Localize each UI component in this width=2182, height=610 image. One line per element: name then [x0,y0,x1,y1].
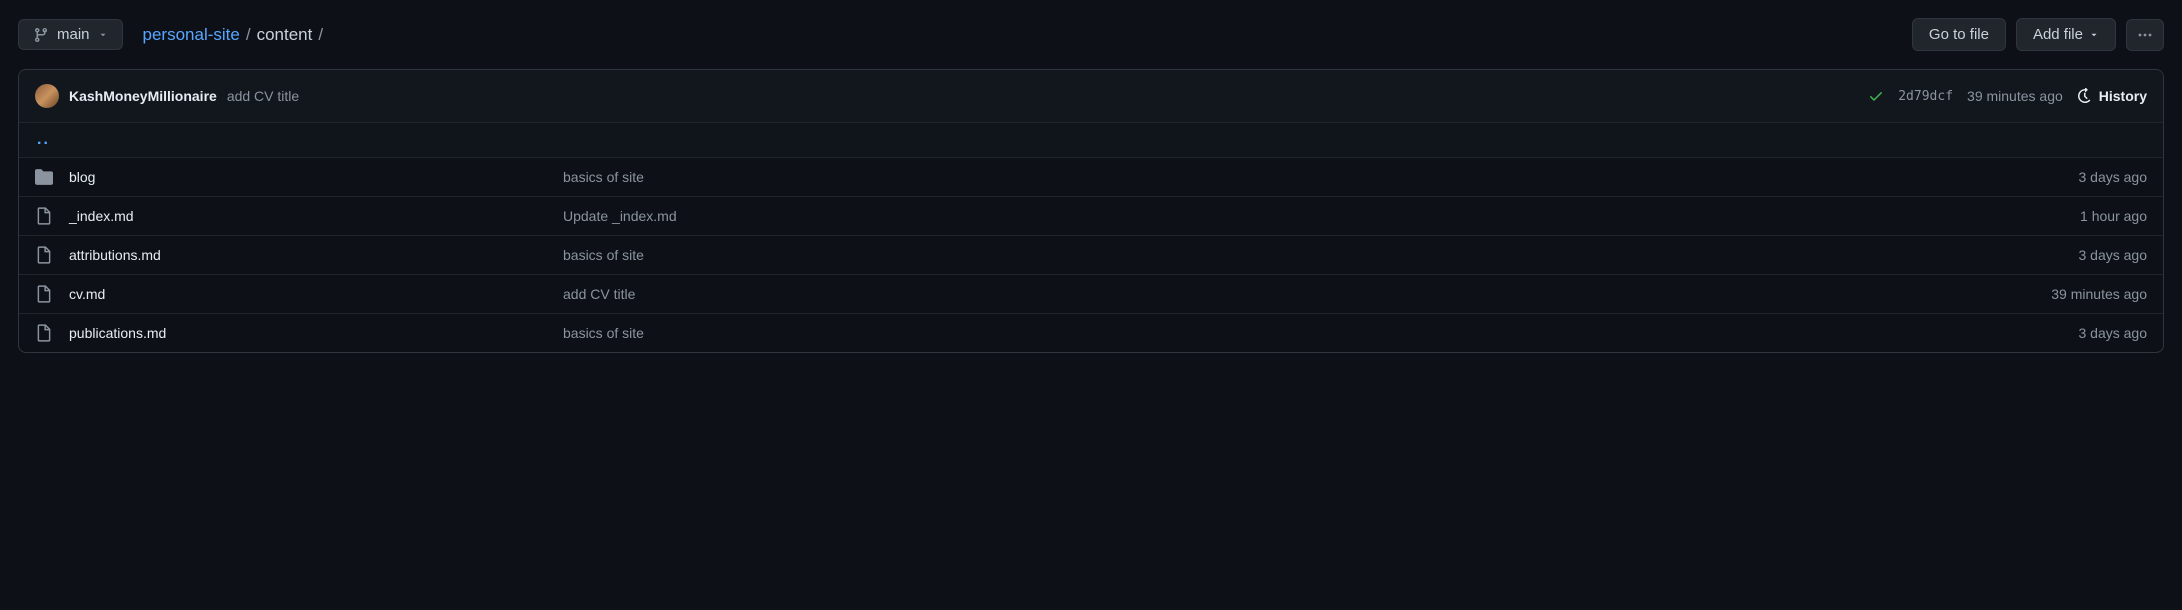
file-age: 39 minutes ago [2051,286,2147,302]
file-listing: KashMoneyMillionaire add CV title 2d79dc… [18,69,2164,353]
file-icon [35,285,55,303]
table-row: _index.md Update _index.md 1 hour ago [19,197,2163,236]
commit-meta: 2d79dcf 39 minutes ago History [1868,88,2147,104]
avatar[interactable] [35,84,59,108]
add-file-label: Add file [2033,26,2083,43]
commit-time: 39 minutes ago [1967,88,2063,104]
file-age: 3 days ago [2079,247,2148,263]
commit-message[interactable]: add CV title [227,88,299,104]
file-name-link[interactable]: attributions.md [69,247,161,263]
toolbar: main personal-site / content / Go to fil… [18,18,2164,51]
caret-down-icon [98,30,108,40]
kebab-horizontal-icon [2137,27,2153,43]
breadcrumb-separator: / [244,25,253,45]
history-link[interactable]: History [2077,88,2147,104]
branch-select-button[interactable]: main [18,19,123,50]
table-row: publications.md basics of site 3 days ago [19,314,2163,352]
git-branch-icon [33,27,49,43]
file-age: 1 hour ago [2080,208,2147,224]
file-name-link[interactable]: _index.md [69,208,134,224]
go-to-file-button[interactable]: Go to file [1912,18,2006,51]
breadcrumb-current: content [257,25,313,45]
file-commit-message[interactable]: add CV title [563,286,635,302]
parent-directory-row[interactable]: .. [19,123,2163,158]
latest-commit-row: KashMoneyMillionaire add CV title 2d79dc… [19,70,2163,123]
file-commit-message[interactable]: basics of site [563,325,644,341]
history-label: History [2099,88,2147,104]
commit-sha[interactable]: 2d79dcf [1898,89,1953,104]
table-row: attributions.md basics of site 3 days ago [19,236,2163,275]
caret-down-icon [2089,30,2099,40]
folder-icon [35,168,55,186]
file-commit-message[interactable]: basics of site [563,247,644,263]
more-options-button[interactable] [2126,19,2164,51]
file-age: 3 days ago [2079,169,2148,185]
file-commit-message[interactable]: basics of site [563,169,644,185]
branch-name: main [57,26,90,43]
file-name-link[interactable]: publications.md [69,325,166,341]
history-icon [2077,88,2093,104]
check-icon[interactable] [1868,88,1884,104]
file-icon [35,207,55,225]
breadcrumb-repo-link[interactable]: personal-site [143,25,240,45]
breadcrumb-separator: / [316,25,325,45]
file-commit-message[interactable]: Update _index.md [563,208,677,224]
file-name-link[interactable]: cv.md [69,286,105,302]
parent-directory-link[interactable]: .. [37,131,50,148]
file-icon [35,246,55,264]
commit-author[interactable]: KashMoneyMillionaire [69,88,217,104]
table-row: blog basics of site 3 days ago [19,158,2163,197]
breadcrumb: personal-site / content / [143,25,326,45]
file-icon [35,324,55,342]
add-file-button[interactable]: Add file [2016,18,2116,51]
table-row: cv.md add CV title 39 minutes ago [19,275,2163,314]
file-age: 3 days ago [2079,325,2148,341]
file-name-link[interactable]: blog [69,169,95,185]
